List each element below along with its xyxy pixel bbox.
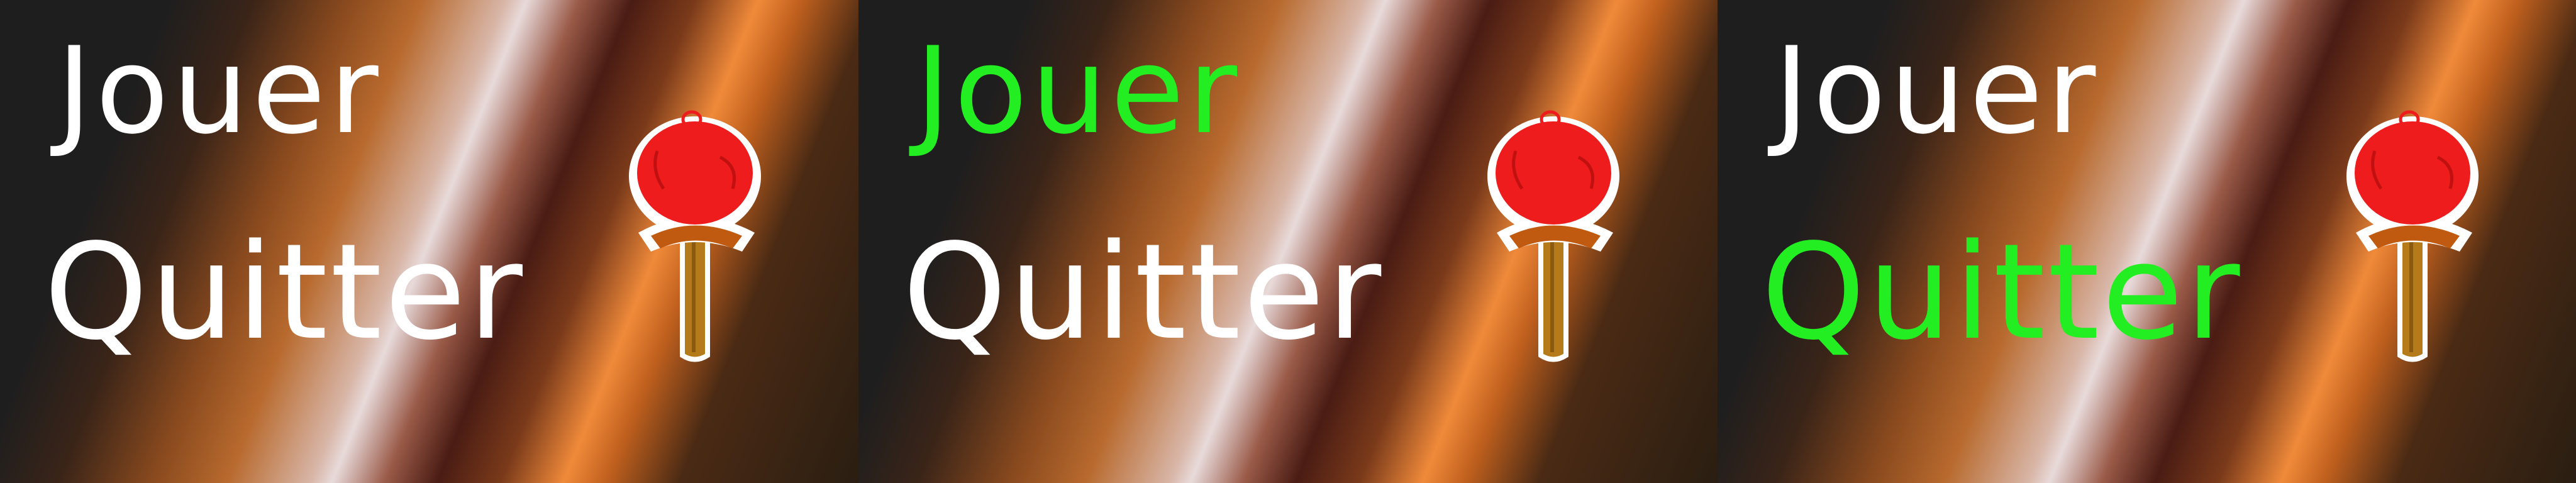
- menu-panel-jouer-hover: Jouer Quitter: [858, 0, 1718, 483]
- table-tennis-paddle-icon: [1487, 110, 1620, 362]
- menu-panel-idle: Jouer Quitter: [0, 0, 859, 483]
- menu-states-strip: Jouer Quitter Jouer Quitter Jouer Quitte…: [0, 0, 2576, 483]
- menu-panel-quitter-hover: Jouer Quitter: [1717, 0, 2576, 483]
- quitter-button[interactable]: Quitter: [902, 226, 1384, 358]
- table-tennis-paddle-icon: [2346, 110, 2479, 362]
- table-tennis-paddle-icon: [629, 110, 761, 362]
- jouer-button[interactable]: Jouer: [1774, 31, 2100, 151]
- quitter-button[interactable]: Quitter: [1762, 226, 2243, 358]
- jouer-button[interactable]: Jouer: [57, 31, 382, 151]
- jouer-button[interactable]: Jouer: [915, 31, 1241, 151]
- quitter-button[interactable]: Quitter: [44, 226, 525, 358]
